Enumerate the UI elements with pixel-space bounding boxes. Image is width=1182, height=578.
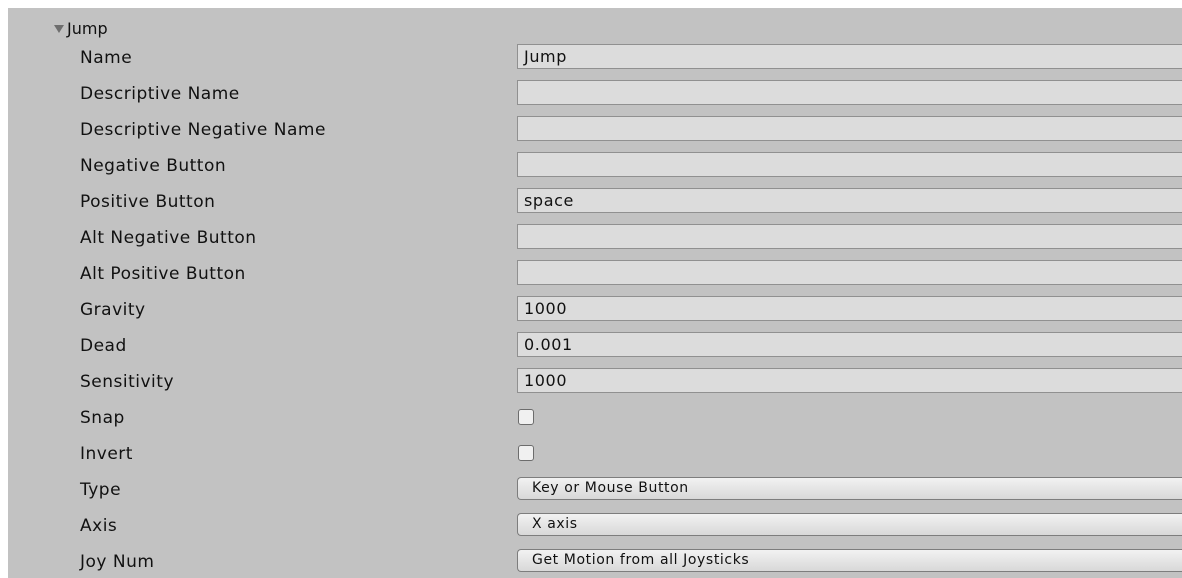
joy-num-dropdown[interactable]: Get Motion from all Joysticks: [517, 549, 1182, 572]
negative-button-label: Negative Button: [80, 156, 227, 176]
invert-label: Invert: [80, 444, 133, 464]
alt-positive-button-field[interactable]: [517, 260, 1182, 285]
positive-button-field[interactable]: space: [517, 188, 1182, 213]
property-row-alt-negative-button: Alt Negative Button: [8, 220, 1182, 256]
sensitivity-field[interactable]: 1000: [517, 368, 1182, 393]
descriptive-negative-name-label: Descriptive Negative Name: [80, 120, 326, 140]
sensitivity-label: Sensitivity: [80, 372, 175, 392]
alt-negative-button-field[interactable]: [517, 224, 1182, 249]
type-label: Type: [80, 480, 122, 500]
snap-label: Snap: [80, 408, 125, 428]
input-axis-panel: Jump Name Jump Descriptive Name Descript…: [8, 8, 1182, 578]
descriptive-name-label: Descriptive Name: [80, 84, 240, 104]
name-field[interactable]: Jump: [517, 44, 1182, 69]
negative-button-field[interactable]: [517, 152, 1182, 177]
property-row-type: Type Key or Mouse Button: [8, 472, 1182, 508]
property-row-invert: Invert: [8, 436, 1182, 472]
gravity-label: Gravity: [80, 300, 146, 320]
dead-label: Dead: [80, 336, 127, 356]
positive-button-label: Positive Button: [80, 192, 216, 212]
axis-label: Axis: [80, 516, 118, 536]
section-title: Jump: [67, 18, 108, 38]
property-row-dead: Dead 0.001: [8, 328, 1182, 364]
property-row-gravity: Gravity 1000: [8, 292, 1182, 328]
property-row-negative-button: Negative Button: [8, 148, 1182, 184]
alt-negative-button-label: Alt Negative Button: [80, 228, 257, 248]
property-row-descriptive-negative-name: Descriptive Negative Name: [8, 112, 1182, 148]
descriptive-name-field[interactable]: [517, 80, 1182, 105]
property-row-alt-positive-button: Alt Positive Button: [8, 256, 1182, 292]
joy-num-label: Joy Num: [80, 552, 155, 572]
property-row-sensitivity: Sensitivity 1000: [8, 364, 1182, 400]
triangle-down-icon[interactable]: [54, 24, 64, 33]
descriptive-negative-name-field[interactable]: [517, 116, 1182, 141]
name-label: Name: [80, 48, 133, 68]
property-row-positive-button: Positive Button space: [8, 184, 1182, 220]
dead-field[interactable]: 0.001: [517, 332, 1182, 357]
property-row-name: Name Jump: [8, 40, 1182, 76]
property-row-axis: Axis X axis: [8, 508, 1182, 544]
section-header[interactable]: Jump: [54, 18, 108, 38]
invert-checkbox[interactable]: [518, 445, 534, 461]
property-row-snap: Snap: [8, 400, 1182, 436]
alt-positive-button-label: Alt Positive Button: [80, 264, 246, 284]
property-row-descriptive-name: Descriptive Name: [8, 76, 1182, 112]
type-dropdown[interactable]: Key or Mouse Button: [517, 477, 1182, 500]
gravity-field[interactable]: 1000: [517, 296, 1182, 321]
property-row-joy-num: Joy Num Get Motion from all Joysticks: [8, 544, 1182, 578]
property-list: Name Jump Descriptive Name Descriptive N…: [8, 40, 1182, 578]
axis-dropdown[interactable]: X axis: [517, 513, 1182, 536]
snap-checkbox[interactable]: [518, 409, 534, 425]
